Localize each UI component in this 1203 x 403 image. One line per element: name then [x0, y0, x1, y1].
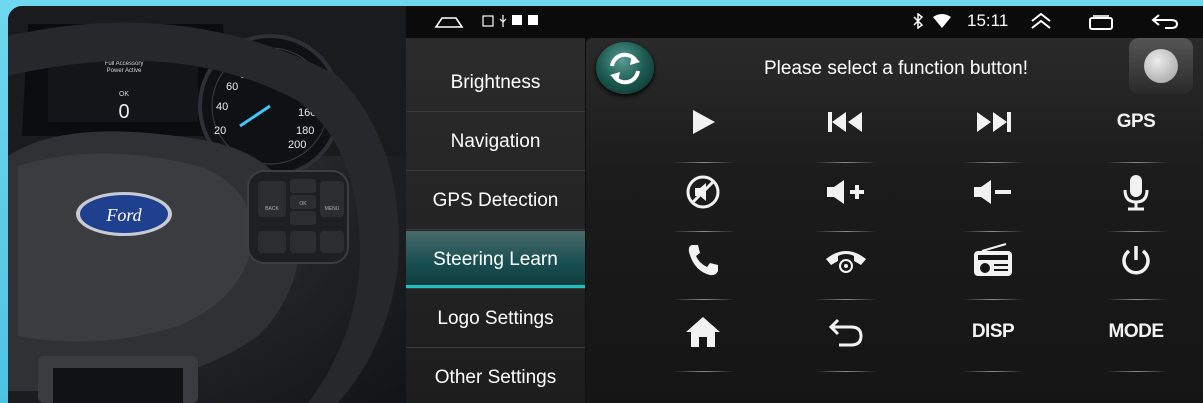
cluster-reading: 0	[118, 101, 129, 123]
menu-item-label: Steering Learn	[433, 248, 558, 270]
button-separator	[815, 231, 877, 232]
next-track-icon	[977, 112, 1011, 132]
menu-item-label: Logo Settings	[437, 307, 554, 329]
button-separator	[815, 299, 877, 300]
phone-hangup-icon	[826, 251, 866, 273]
gallery-icon	[482, 15, 494, 27]
button-separator	[962, 371, 1024, 372]
steering-wheel-illustration: Full Accessory Power Active OK 0 20 40 6…	[8, 6, 406, 403]
cluster-ok: OK	[119, 91, 129, 98]
button-separator	[1106, 299, 1168, 300]
menu-item-brightness[interactable]: Brightness	[406, 54, 585, 112]
floating-assistive-button[interactable]	[1129, 38, 1193, 94]
function-mute-button[interactable]	[633, 158, 773, 226]
button-separator	[815, 162, 877, 163]
ford-logo: Ford	[105, 205, 142, 225]
menu-item-label: Brightness	[450, 71, 541, 93]
button-separator	[673, 299, 735, 300]
refresh-button[interactable]	[596, 42, 654, 94]
button-separator	[1106, 371, 1168, 372]
button-separator	[1106, 162, 1168, 163]
function-back-button[interactable]	[776, 298, 916, 366]
button-separator	[673, 162, 735, 163]
function-previous-button[interactable]	[776, 88, 916, 156]
mute-icon	[686, 175, 720, 209]
menu-item-gps-detection[interactable]: GPS Detection	[406, 172, 585, 230]
device-frame: Full Accessory Power Active OK 0 20 40 6…	[0, 0, 1203, 403]
function-voice-button[interactable]	[1066, 158, 1203, 226]
menu-item-label: Navigation	[450, 130, 541, 152]
settings-menu: Brightness Navigation GPS Detection Stee…	[406, 38, 585, 403]
usb-icon	[499, 15, 507, 27]
button-separator	[1106, 231, 1168, 232]
button-separator	[673, 371, 735, 372]
phone-answer-icon	[688, 245, 718, 276]
menu-item-label: GPS Detection	[432, 189, 559, 211]
steering-wheel-photo: Full Accessory Power Active OK 0 20 40 6…	[8, 6, 406, 403]
menu-item-label: Other Settings	[434, 367, 557, 388]
function-next-button[interactable]	[923, 88, 1063, 156]
button-separator	[815, 371, 877, 372]
menu-item-navigation[interactable]: Navigation	[406, 113, 585, 171]
microphone-icon	[1123, 175, 1149, 211]
function-hang-up-button[interactable]	[776, 226, 916, 294]
notification-square-icon	[512, 15, 522, 25]
home-nav-icon[interactable]	[434, 15, 464, 29]
home-icon	[686, 317, 720, 347]
play-icon	[693, 110, 715, 134]
speed-tick: 20	[214, 125, 226, 137]
speed-tick: 40	[216, 101, 228, 113]
button-separator	[962, 231, 1024, 232]
volume-up-icon	[827, 180, 864, 204]
assistive-dot	[1144, 49, 1178, 83]
button-separator	[962, 162, 1024, 163]
function-power-button[interactable]	[1066, 226, 1203, 294]
bluetooth-icon	[913, 13, 924, 29]
previous-track-icon	[828, 112, 862, 132]
function-play-button[interactable]	[633, 88, 773, 156]
radio-icon	[974, 243, 1012, 276]
disp-label: DISP	[971, 321, 1015, 342]
function-radio-button[interactable]	[923, 226, 1063, 294]
head-unit-screen: 15:11 Brightness Navigation GPS Detectio…	[406, 6, 1203, 403]
function-volume-up-button[interactable]	[776, 158, 916, 226]
menu-item-other-settings[interactable]: Other Settings	[406, 349, 585, 403]
function-volume-down-button[interactable]	[923, 158, 1063, 226]
function-gps-button[interactable]: GPS	[1066, 88, 1203, 156]
wifi-icon	[933, 14, 951, 28]
speed-tick: 180	[296, 125, 314, 137]
back-arrow-icon	[828, 318, 863, 347]
wheel-ok-label: OK	[299, 201, 307, 207]
speed-tick: 200	[288, 139, 306, 151]
back-nav-icon[interactable]	[1151, 12, 1179, 30]
power-icon	[1122, 246, 1150, 275]
function-answer-call-button[interactable]	[633, 226, 773, 294]
function-mode-button[interactable]: MODE	[1066, 298, 1203, 366]
function-home-button[interactable]	[633, 298, 773, 366]
function-panel: Please select a function button! GPS DIS…	[586, 38, 1203, 403]
panel-title: Please select a function button!	[763, 58, 1029, 79]
status-time: 15:11	[967, 11, 1009, 30]
chevron-up-icon[interactable]	[1030, 11, 1052, 31]
wheel-menu-label: MENU	[325, 206, 340, 212]
notification-square-icon	[528, 15, 538, 25]
speed-tick: 60	[226, 81, 238, 93]
wheel-back-label: BACK	[265, 206, 279, 212]
cluster-message-1: Full Accessory	[105, 61, 144, 67]
cluster-message-2: Power Active	[107, 68, 142, 74]
status-bar: 15:11	[406, 6, 1203, 38]
refresh-icon	[610, 52, 640, 85]
function-disp-button[interactable]: DISP	[923, 298, 1063, 366]
menu-item-steering-learn[interactable]: Steering Learn	[406, 231, 585, 289]
button-separator	[962, 299, 1024, 300]
mode-label: MODE	[1108, 321, 1165, 342]
button-separator	[673, 231, 735, 232]
recent-apps-icon[interactable]	[1088, 14, 1114, 30]
volume-down-icon	[974, 180, 1011, 204]
menu-item-logo-settings[interactable]: Logo Settings	[406, 290, 585, 348]
gps-label: GPS	[1116, 111, 1156, 132]
